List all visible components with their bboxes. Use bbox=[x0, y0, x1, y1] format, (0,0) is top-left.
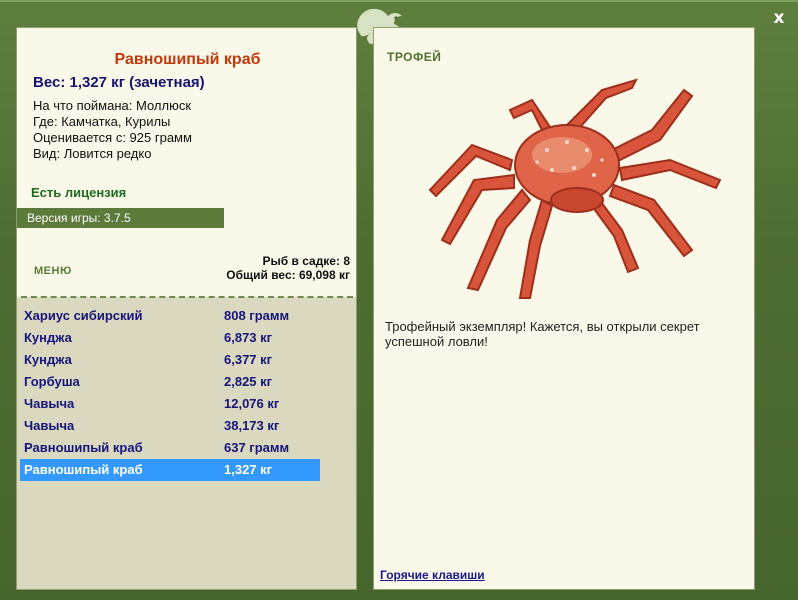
catch-weight: 808 грамм bbox=[224, 308, 290, 323]
catch-list: Хариус сибирский 808 грамм Кунджа 6,873 кг… bbox=[20, 305, 320, 481]
total-weight: Общий вес: 69,098 кг bbox=[226, 268, 350, 282]
trophy-label: ТРОФЕЙ bbox=[387, 50, 442, 64]
bait-info: На что поймана: Моллюск bbox=[33, 98, 192, 113]
min-weight-info: Оценивается с: 925 грамм bbox=[33, 130, 192, 145]
trophy-message: Трофейный экземпляр! Кажется, вы открыли… bbox=[385, 319, 700, 349]
catch-row[interactable]: Чавыча 38,173 кг bbox=[20, 415, 320, 437]
trophy-panel: ТРОФЕЙ Трофейный экземпляр! Кажется, вы … bbox=[373, 27, 755, 590]
catch-row[interactable]: Кунджа 6,873 кг bbox=[20, 327, 320, 349]
crab-image bbox=[428, 78, 722, 299]
catch-name: Равношипый краб bbox=[24, 440, 143, 455]
catch-name: Кунджа bbox=[24, 330, 72, 345]
catch-name: Чавыча bbox=[24, 396, 75, 411]
catch-name: Кунджа bbox=[24, 352, 72, 367]
catch-row[interactable]: Чавыча 12,076 кг bbox=[20, 393, 320, 415]
license-status: Есть лицензия bbox=[31, 185, 127, 200]
catch-row[interactable]: Горбуша 2,825 кг bbox=[20, 371, 320, 393]
game-window: x Равношипый краб Вес: 1,327 кг (зачетна… bbox=[0, 0, 798, 600]
catch-weight: 6,873 кг bbox=[224, 330, 273, 345]
catch-weight: 637 грамм bbox=[224, 440, 290, 455]
catch-weight: 6,377 кг bbox=[224, 352, 273, 367]
menu-button[interactable]: МЕНЮ bbox=[34, 265, 72, 277]
catch-row[interactable]: Равношипый краб 1,327 кг bbox=[20, 459, 320, 481]
catch-name: Горбуша bbox=[24, 374, 80, 389]
dashed-divider bbox=[21, 296, 353, 298]
catch-name: Хариус сибирский bbox=[24, 308, 143, 323]
catch-weight: 2,825 кг bbox=[224, 374, 273, 389]
close-button[interactable]: x bbox=[768, 8, 790, 28]
hotkeys-link[interactable]: Горячие клавиши bbox=[380, 568, 485, 582]
fish-weight: Вес: 1,327 кг (зачетная) bbox=[33, 74, 205, 91]
catch-row[interactable]: Хариус сибирский 808 грамм bbox=[20, 305, 320, 327]
location-info: Где: Камчатка, Курилы bbox=[33, 114, 171, 129]
catch-weight: 1,327 кг bbox=[224, 462, 273, 477]
fish-count: Рыб в садке: 8 bbox=[262, 254, 350, 268]
catch-row[interactable]: Равношипый краб 637 грамм bbox=[20, 437, 320, 459]
catch-weight: 38,173 кг bbox=[224, 418, 280, 433]
rarity-info: Вид: Ловится редко bbox=[33, 146, 152, 161]
fish-title: Равношипый краб bbox=[114, 51, 261, 68]
catch-weight: 12,076 кг bbox=[224, 396, 280, 411]
game-version: Версия игры: 3.7.5 bbox=[17, 208, 224, 228]
catch-name: Чавыча bbox=[24, 418, 75, 433]
catch-name: Равношипый краб bbox=[24, 462, 143, 477]
catch-row[interactable]: Кунджа 6,377 кг bbox=[20, 349, 320, 371]
catch-stats: Рыб в садке: 8 Общий вес: 69,098 кг bbox=[226, 254, 350, 282]
fish-info-panel: Равношипый краб Вес: 1,327 кг (зачетная)… bbox=[16, 27, 357, 590]
